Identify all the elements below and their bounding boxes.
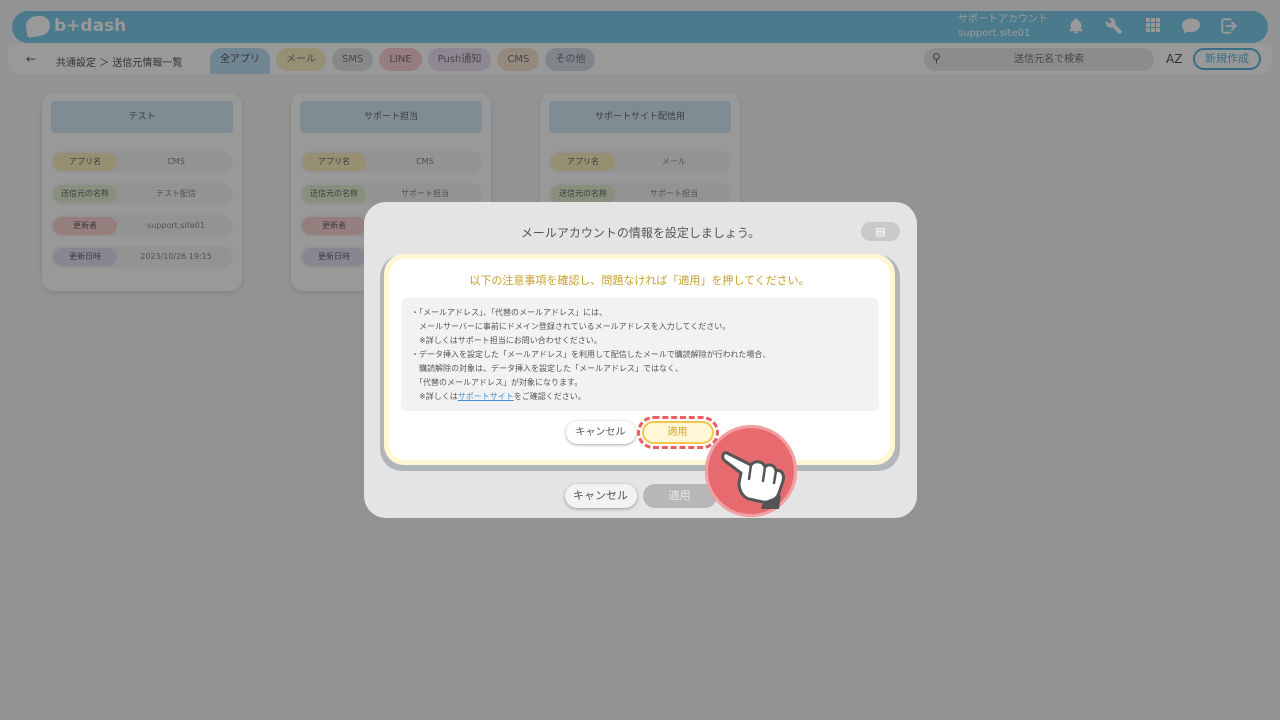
confirm-actions: キャンセル 適用	[389, 416, 890, 449]
notes-box: ・「メールアドレス」、「代替のメールアドレス」には、 メールサーバーに事前にドメ…	[401, 298, 879, 411]
note-line: メールサーバーに事前にドメイン登録されているメールアドレスを入力してください。	[411, 322, 731, 331]
modal-cancel-button[interactable]: キャンセル	[564, 484, 637, 508]
modal-title: メールアカウントの情報を設定しましょう。	[520, 226, 761, 240]
confirm-apply-button[interactable]: 適用	[636, 416, 719, 449]
confirm-dialog-body: 以下の注意事項を確認し、問題なければ「適用」を押してください。 ・「メールアドレ…	[389, 259, 890, 460]
note-line: ・データ挿入を設定した「メールアドレス」を利用して配信したメールで購読解除が行わ…	[411, 350, 771, 359]
note-text: をご確認ください。	[513, 392, 586, 401]
note-text: ※詳しくは	[411, 392, 458, 401]
confirm-cancel-button[interactable]: キャンセル	[565, 421, 636, 444]
note-line: 購読解除の対象は、データ挿入を設定した「メールアドレス」ではなく、	[411, 364, 683, 373]
confirm-dialog: 以下の注意事項を確認し、問題なければ「適用」を押してください。 ・「メールアドレ…	[384, 254, 895, 465]
note-line: ※詳しくはサポート担当にお問い合わせください。	[411, 336, 602, 345]
confirm-title: 以下の注意事項を確認し、問題なければ「適用」を押してください。	[469, 274, 810, 287]
support-site-link[interactable]: サポートサイト	[458, 392, 514, 401]
note-line: 「代替のメールアドレス」が対象になります。	[411, 378, 583, 387]
modal-actions: キャンセル 適用	[364, 484, 917, 508]
hand-pointer-icon	[705, 425, 797, 517]
note-line: ※詳しくはサポートサイトをご確認ください。	[411, 390, 869, 404]
note-line: ・「メールアドレス」、「代替のメールアドレス」には、	[411, 308, 607, 317]
document-icon[interactable]: ▤	[861, 222, 900, 241]
